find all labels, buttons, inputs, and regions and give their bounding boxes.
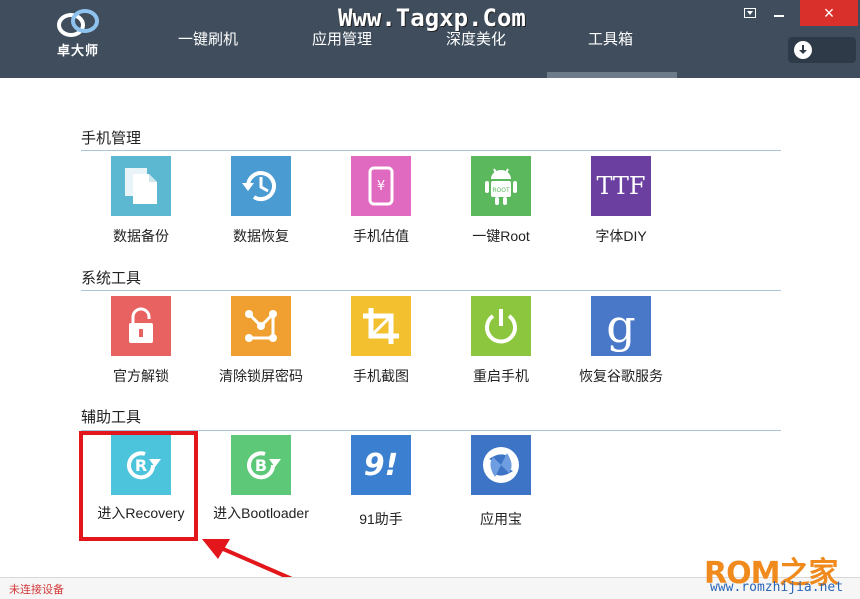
power-icon	[471, 296, 531, 356]
tile-label: 应用宝	[480, 511, 522, 527]
ninety-one-icon: 9!	[351, 435, 411, 495]
tile-clear-lock-password[interactable]: 清除锁屏密码	[206, 296, 316, 386]
app-logo[interactable]: 卓大师	[50, 8, 106, 64]
tile-label: 官方解锁	[113, 368, 169, 384]
section-title-phone-management: 手机管理	[81, 130, 142, 147]
section-title-system-tools: 系统工具	[81, 270, 142, 287]
tile-label: 一键Root	[472, 228, 530, 244]
tile-label: 手机截图	[353, 368, 409, 384]
tile-restore-google-services[interactable]: g 恢复谷歌服务	[566, 296, 676, 386]
tile-reboot-phone[interactable]: 重启手机	[446, 296, 556, 386]
download-manager-button[interactable]	[788, 37, 856, 63]
tile-enter-bootloader[interactable]: B 进入Bootloader	[206, 435, 316, 523]
download-icon	[794, 41, 812, 59]
yingyongbao-icon	[471, 435, 531, 495]
highlight-box	[79, 431, 198, 541]
tab-beautify[interactable]: 深度美化	[446, 28, 506, 49]
tile-one-click-root[interactable]: ROOT 一键Root	[446, 156, 556, 246]
window-minimize-button[interactable]	[764, 0, 794, 26]
tile-yingyongbao[interactable]: 应用宝	[446, 435, 556, 529]
tile-data-backup[interactable]: 数据备份	[86, 156, 196, 246]
crop-icon	[351, 296, 411, 356]
logo-cloud-icon	[57, 9, 99, 37]
active-tab-indicator	[547, 72, 677, 78]
brand-url: www.romzhijia.net	[710, 580, 844, 595]
section-title-auxiliary-tools: 辅助工具	[81, 409, 142, 426]
android-root-icon: ROOT	[471, 156, 531, 216]
bootloader-b-text: B	[255, 456, 267, 475]
history-clock-icon	[231, 156, 291, 216]
tab-toolbox[interactable]: 工具箱	[588, 28, 633, 49]
tile-91-assistant[interactable]: 9! 91助手	[326, 435, 436, 529]
brand-watermark: ROM之家 www.romzhijia.net	[704, 548, 860, 598]
tile-label: 字体DIY	[595, 228, 647, 244]
tile-label: 清除锁屏密码	[219, 368, 303, 384]
tile-official-unlock[interactable]: 官方解锁	[86, 296, 196, 386]
dropdown-menu-icon	[744, 8, 756, 18]
padlock-icon	[111, 296, 171, 356]
phone-yuan-icon: ¥	[351, 156, 411, 216]
logo-text: 卓大师	[56, 43, 99, 58]
ttf-font-icon: TTF	[591, 156, 651, 216]
google-g-icon: g	[591, 296, 651, 356]
ninety-one-text: 9!	[363, 447, 399, 483]
section-divider	[81, 150, 781, 151]
ttf-text: TTF	[596, 172, 646, 200]
tile-label: 91助手	[359, 511, 403, 527]
documents-icon	[111, 156, 171, 216]
bootloader-b-icon: B	[231, 435, 291, 495]
pattern-lock-icon	[231, 296, 291, 356]
google-g-text: g	[606, 299, 636, 353]
tab-flash[interactable]: 一键刷机	[178, 28, 238, 49]
tile-label: 数据备份	[113, 228, 169, 244]
tile-label: 重启手机	[473, 368, 529, 384]
tile-label: 手机估值	[353, 228, 409, 244]
window-menu-button[interactable]	[738, 0, 762, 26]
top-bar: 卓大师 Www.Tagxp.Com 一键刷机 应用管理 深度美化 工具箱 ×	[0, 0, 860, 78]
device-status-text: 未连接设备	[9, 584, 64, 596]
tile-screenshot[interactable]: 手机截图	[326, 296, 436, 386]
tab-app-management[interactable]: 应用管理	[312, 28, 372, 49]
annotation-arrow-icon	[202, 539, 293, 581]
svg-text:ROOT: ROOT	[492, 187, 510, 194]
tile-label: 进入Bootloader	[213, 505, 309, 521]
tile-label: 数据恢复	[233, 228, 289, 244]
window-close-button[interactable]: ×	[800, 0, 858, 26]
tile-phone-valuation[interactable]: ¥ 手机估值	[326, 156, 436, 246]
tile-font-diy[interactable]: TTF 字体DIY	[566, 156, 676, 246]
tile-data-restore[interactable]: 数据恢复	[206, 156, 316, 246]
minimize-icon	[774, 15, 784, 17]
svg-text:¥: ¥	[377, 179, 385, 194]
tile-label: 恢复谷歌服务	[579, 368, 663, 384]
section-divider	[81, 290, 781, 291]
